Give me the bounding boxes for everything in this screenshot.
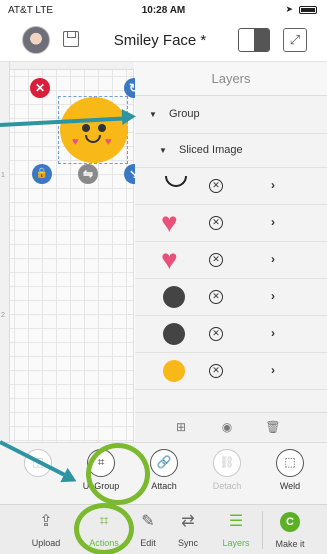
battery-icon	[299, 6, 317, 14]
delete-layer-icon[interactable]: 🗑	[265, 419, 281, 435]
chevron-right-icon[interactable]: ›	[271, 178, 275, 192]
app-header: Smiley Face * ⤢	[0, 20, 327, 62]
layers-toolbar: ⊞ ◉ 🗑	[135, 412, 327, 442]
horizontal-ruler	[0, 62, 134, 70]
hide-layer-icon[interactable]: ✕	[209, 179, 223, 193]
flip-handle-icon[interactable]: ⇋	[78, 164, 98, 184]
circle-thumbnail-icon	[163, 323, 185, 345]
tab-label: Layers	[222, 538, 250, 548]
tab-upload[interactable]: ⇪ Upload	[24, 511, 68, 548]
expand-icon[interactable]: ⤢	[283, 28, 307, 52]
layers-panel: Layers ▼ Group ▼ Sliced Image ✕ › ♥ ✕ › ♥ ✕ › ✕ ›…	[135, 62, 327, 412]
hide-layer-icon[interactable]: ✕	[209, 216, 223, 230]
tab-label: Make it	[275, 539, 305, 549]
hide-layer-icon[interactable]: ✕	[209, 253, 223, 267]
hide-layer-icon[interactable]: ✕	[209, 290, 223, 304]
tab-sync[interactable]: ⇄ Sync	[166, 511, 210, 548]
chevron-right-icon[interactable]: ›	[271, 252, 275, 266]
chevron-right-icon[interactable]: ›	[271, 215, 275, 229]
weld-action-button[interactable]: ⬚ Weld	[265, 449, 315, 491]
save-icon[interactable]	[63, 31, 79, 47]
group-row[interactable]: ▼ Group	[135, 96, 327, 134]
expand-triangle-icon[interactable]: ▼	[159, 146, 167, 155]
tab-label: Sync	[177, 538, 198, 548]
ruler-mark: 1	[1, 172, 5, 179]
chevron-right-icon[interactable]: ›	[271, 326, 275, 340]
hide-layer-icon[interactable]: ✕	[209, 327, 223, 341]
action-label: Weld	[279, 481, 301, 491]
heart-icon: ♥	[72, 136, 79, 148]
project-title: Smiley Face *	[113, 32, 207, 49]
detach-icon: ⛓	[213, 449, 241, 477]
smiley-face-image[interactable]: ♥ ♥	[60, 97, 128, 163]
heart-thumbnail-icon: ♥	[161, 207, 178, 238]
heart-thumbnail-icon: ♥	[161, 244, 178, 275]
right-eye	[98, 124, 106, 132]
chevron-right-icon[interactable]: ›	[271, 363, 275, 377]
annotation-arrowhead	[121, 108, 137, 125]
location-icon: ➤	[285, 4, 293, 14]
hide-layer-icon[interactable]: ✕	[209, 364, 223, 378]
left-eye	[82, 124, 90, 132]
split-view-icon[interactable]	[238, 28, 270, 52]
sync-icon: ⇄	[181, 513, 195, 530]
bottom-tab-bar: ⇪ Upload ⌗ Actions ✎ Edit ⇄ Sync ☰ Layers C Make it	[0, 504, 327, 554]
group-label: Group	[169, 108, 200, 120]
highlight-ring	[74, 503, 134, 554]
tab-make-it[interactable]: C Make it	[268, 511, 312, 549]
visibility-icon[interactable]: ◉	[219, 419, 235, 435]
mouth	[85, 135, 101, 143]
layer-row[interactable]: ♥ ✕ ›	[135, 205, 327, 242]
circle-thumbnail-icon	[163, 286, 185, 308]
lock-handle-icon[interactable]: 🔒	[32, 164, 52, 184]
vertical-ruler: 1 2	[0, 62, 10, 442]
duplicate-layer-icon[interactable]: ⊞	[173, 419, 189, 435]
layer-row[interactable]: ✕ ›	[135, 168, 327, 205]
avatar[interactable]	[22, 26, 50, 54]
highlight-ring	[86, 443, 150, 505]
layer-row[interactable]: ✕ ›	[135, 353, 327, 390]
layer-row[interactable]: ♥ ✕ ›	[135, 242, 327, 279]
tab-label: Upload	[31, 538, 61, 548]
tab-divider	[262, 511, 263, 549]
ruler-mark: 2	[1, 312, 5, 319]
attach-icon: 🔗	[150, 449, 178, 477]
status-bar: AT&T LTE 10:28 AM ➤	[0, 0, 327, 20]
heart-icon: ♥	[105, 136, 112, 148]
tab-layers[interactable]: ☰ Layers	[214, 511, 258, 548]
chevron-right-icon[interactable]: ›	[271, 289, 275, 303]
upload-icon: ⇪	[39, 513, 53, 530]
weld-icon: ⬚	[276, 449, 304, 477]
layers-panel-title: Layers	[135, 62, 327, 96]
layer-row[interactable]: ✕ ›	[135, 279, 327, 316]
action-label: Detach	[212, 481, 242, 491]
sliced-image-label: Sliced Image	[179, 144, 243, 156]
mouth-thumbnail-icon	[165, 176, 187, 187]
delete-handle-icon[interactable]: ✕	[30, 78, 50, 98]
make-it-icon: C	[268, 512, 312, 534]
sliced-image-row[interactable]: ▼ Sliced Image	[135, 134, 327, 168]
layer-row[interactable]: ✕ ›	[135, 316, 327, 353]
circle-thumbnail-icon	[163, 360, 185, 382]
clock: 10:28 AM	[141, 5, 186, 16]
expand-triangle-icon[interactable]: ▼	[149, 110, 157, 119]
layers-icon: ☰	[228, 513, 244, 530]
detach-action-button[interactable]: ⛓ Detach	[202, 449, 252, 491]
action-bar: ◫⌗UnGroup🔗Attach⛓Detach⬚Weld	[0, 442, 327, 504]
tab-label: Edit	[140, 538, 156, 548]
